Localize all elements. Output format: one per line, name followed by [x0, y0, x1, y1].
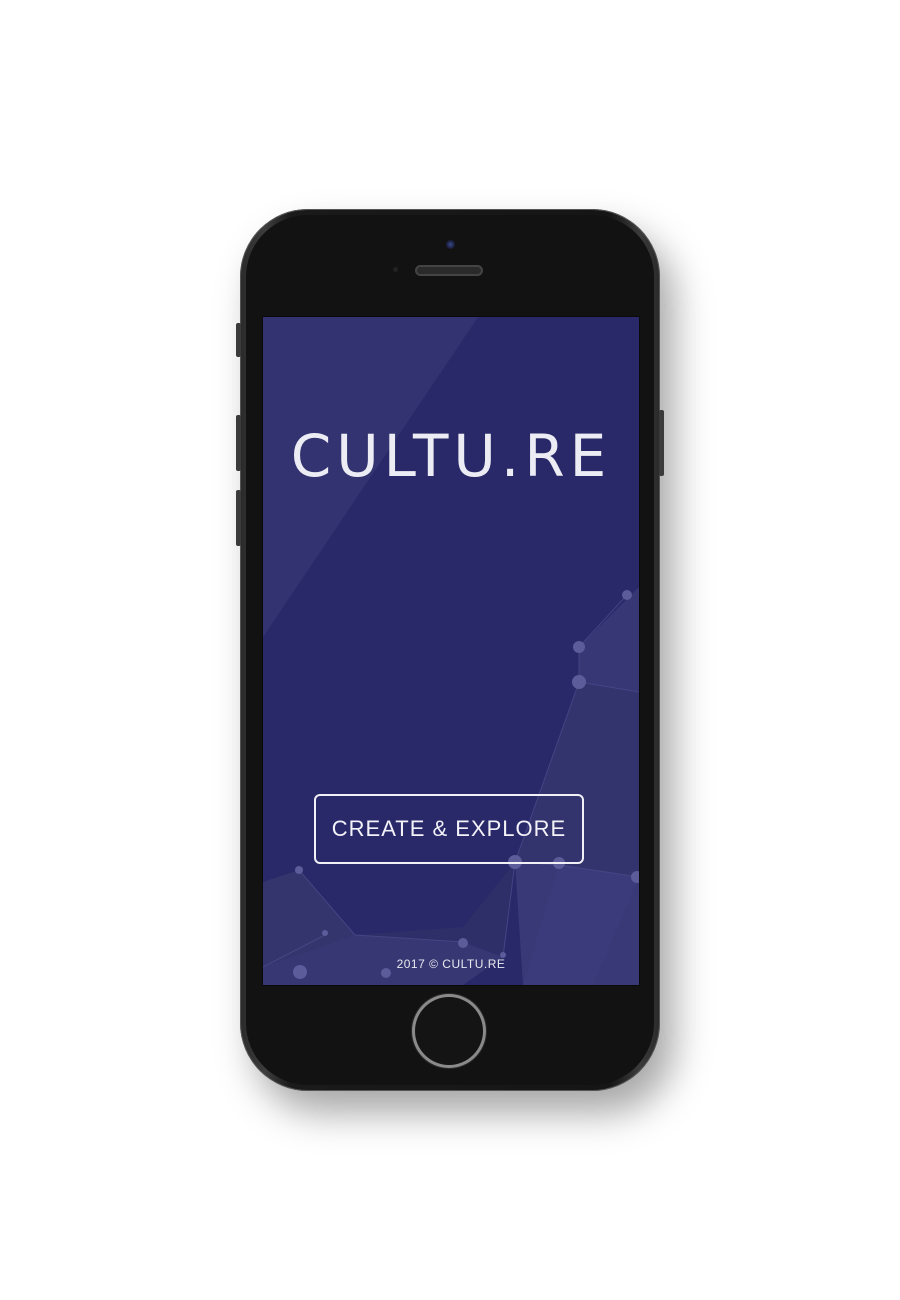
earpiece-speaker-icon: [417, 267, 481, 274]
mute-switch[interactable]: [236, 323, 241, 357]
home-button-icon[interactable]: [415, 997, 483, 1065]
power-button[interactable]: [659, 410, 664, 476]
network-background: [263, 587, 639, 985]
copyright-footer: 2017 © CULTU.RE: [396, 957, 506, 971]
front-camera-icon: [446, 240, 455, 249]
app-logo: CULTU.RE: [290, 422, 612, 490]
mockup-stage: CULTU.RE CREATE & EXPLORE 2017 © CULTU.R…: [0, 0, 900, 1300]
app-screen: CULTU.RE CREATE & EXPLORE 2017 © CULTU.R…: [262, 316, 640, 986]
proximity-sensor-icon: [393, 267, 398, 272]
create-explore-button[interactable]: CREATE & EXPLORE: [314, 794, 584, 864]
volume-down-button[interactable]: [236, 490, 241, 546]
volume-up-button[interactable]: [236, 415, 241, 471]
